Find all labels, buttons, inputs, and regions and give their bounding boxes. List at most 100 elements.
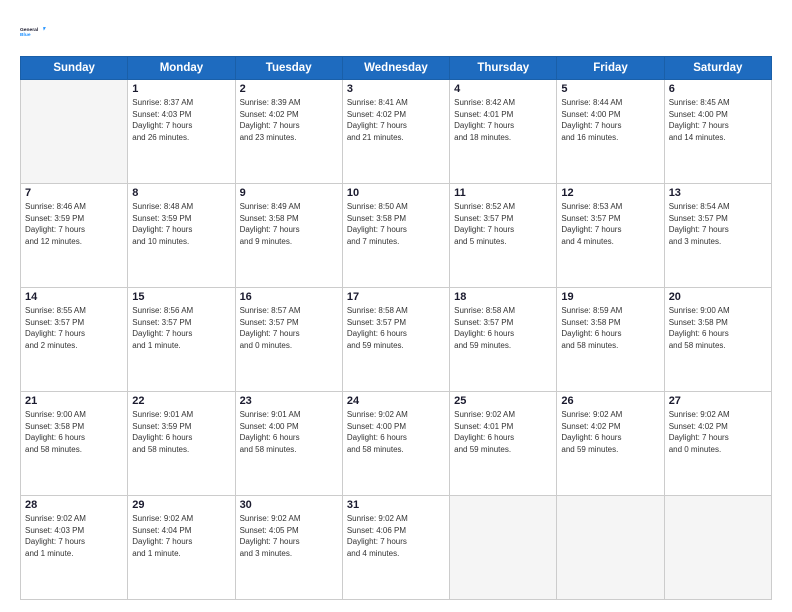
- day-info: Sunrise: 9:02 AMSunset: 4:06 PMDaylight:…: [347, 513, 445, 559]
- day-number: 29: [132, 499, 230, 511]
- day-number: 1: [132, 83, 230, 95]
- day-number: 21: [25, 395, 123, 407]
- calendar-table: SundayMondayTuesdayWednesdayThursdayFrid…: [20, 56, 772, 600]
- day-info: Sunrise: 8:41 AMSunset: 4:02 PMDaylight:…: [347, 97, 445, 143]
- calendar-week-row: 21 Sunrise: 9:00 AMSunset: 3:58 PMDayligh…: [21, 392, 772, 496]
- weekday-header-cell: Tuesday: [235, 57, 342, 80]
- weekday-header-cell: Thursday: [450, 57, 557, 80]
- day-info: Sunrise: 9:02 AMSunset: 4:03 PMDaylight:…: [25, 513, 123, 559]
- svg-text:Blue: Blue: [20, 32, 31, 38]
- day-number: 26: [561, 395, 659, 407]
- day-info: Sunrise: 8:52 AMSunset: 3:57 PMDaylight:…: [454, 201, 552, 247]
- calendar-day-cell: 16 Sunrise: 8:57 AMSunset: 3:57 PMDayligh…: [235, 288, 342, 392]
- day-number: 22: [132, 395, 230, 407]
- calendar-day-cell: 31 Sunrise: 9:02 AMSunset: 4:06 PMDayligh…: [342, 496, 449, 600]
- calendar-day-cell: 12 Sunrise: 8:53 AMSunset: 3:57 PMDayligh…: [557, 184, 664, 288]
- calendar-week-row: 14 Sunrise: 8:55 AMSunset: 3:57 PMDayligh…: [21, 288, 772, 392]
- logo-icon: General Blue: [20, 18, 48, 46]
- day-info: Sunrise: 8:39 AMSunset: 4:02 PMDaylight:…: [240, 97, 338, 143]
- calendar-day-cell: 29Sunrise: 9:02 AMSunset: 4:04 PMDayligh…: [128, 496, 235, 600]
- calendar-day-cell: 6 Sunrise: 8:45 AMSunset: 4:00 PMDaylight…: [664, 80, 771, 184]
- calendar-day-cell: 30 Sunrise: 9:02 AMSunset: 4:05 PMDayligh…: [235, 496, 342, 600]
- calendar-day-cell: 2Sunrise: 8:39 AMSunset: 4:02 PMDaylight…: [235, 80, 342, 184]
- day-info: Sunrise: 8:53 AMSunset: 3:57 PMDaylight:…: [561, 201, 659, 247]
- calendar-day-cell: 5Sunrise: 8:44 AMSunset: 4:00 PMDaylight…: [557, 80, 664, 184]
- calendar-day-cell: [664, 496, 771, 600]
- day-info: Sunrise: 9:02 AMSunset: 4:01 PMDaylight:…: [454, 409, 552, 455]
- day-number: 19: [561, 291, 659, 303]
- calendar-week-row: 1 Sunrise: 8:37 AMSunset: 4:03 PMDaylight…: [21, 80, 772, 184]
- calendar-day-cell: 10 Sunrise: 8:50 AMSunset: 3:58 PMDayligh…: [342, 184, 449, 288]
- calendar-day-cell: 1 Sunrise: 8:37 AMSunset: 4:03 PMDaylight…: [128, 80, 235, 184]
- day-info: Sunrise: 8:49 AMSunset: 3:58 PMDaylight:…: [240, 201, 338, 247]
- calendar-day-cell: 4 Sunrise: 8:42 AMSunset: 4:01 PMDaylight…: [450, 80, 557, 184]
- day-info: Sunrise: 8:58 AMSunset: 3:57 PMDaylight:…: [347, 305, 445, 351]
- day-info: Sunrise: 9:02 AMSunset: 4:02 PMDaylight:…: [561, 409, 659, 455]
- day-number: 10: [347, 187, 445, 199]
- day-number: 28: [25, 499, 123, 511]
- weekday-header-cell: Wednesday: [342, 57, 449, 80]
- calendar-day-cell: 11 Sunrise: 8:52 AMSunset: 3:57 PMDayligh…: [450, 184, 557, 288]
- day-number: 30: [240, 499, 338, 511]
- calendar-day-cell: 3Sunrise: 8:41 AMSunset: 4:02 PMDaylight…: [342, 80, 449, 184]
- calendar-day-cell: 21 Sunrise: 9:00 AMSunset: 3:58 PMDayligh…: [21, 392, 128, 496]
- day-info: Sunrise: 9:00 AMSunset: 3:58 PMDaylight:…: [25, 409, 123, 455]
- day-number: 8: [132, 187, 230, 199]
- day-info: Sunrise: 9:01 AMSunset: 4:00 PMDaylight:…: [240, 409, 338, 455]
- weekday-header-cell: Sunday: [21, 57, 128, 80]
- calendar-day-cell: 22 Sunrise: 9:01 AMSunset: 3:59 PMDayligh…: [128, 392, 235, 496]
- day-info: Sunrise: 8:42 AMSunset: 4:01 PMDaylight:…: [454, 97, 552, 143]
- day-number: 27: [669, 395, 767, 407]
- day-number: 5: [561, 83, 659, 95]
- calendar-day-cell: 27Sunrise: 9:02 AMSunset: 4:02 PMDayligh…: [664, 392, 771, 496]
- day-number: 23: [240, 395, 338, 407]
- calendar-day-cell: 24Sunrise: 9:02 AMSunset: 4:00 PMDayligh…: [342, 392, 449, 496]
- day-info: Sunrise: 8:58 AMSunset: 3:57 PMDaylight:…: [454, 305, 552, 351]
- day-info: Sunrise: 8:54 AMSunset: 3:57 PMDaylight:…: [669, 201, 767, 247]
- calendar-day-cell: 13 Sunrise: 8:54 AMSunset: 3:57 PMDayligh…: [664, 184, 771, 288]
- calendar-day-cell: [557, 496, 664, 600]
- day-info: Sunrise: 8:50 AMSunset: 3:58 PMDaylight:…: [347, 201, 445, 247]
- calendar-day-cell: 8 Sunrise: 8:48 AMSunset: 3:59 PMDaylight…: [128, 184, 235, 288]
- calendar-day-cell: [450, 496, 557, 600]
- day-info: Sunrise: 8:48 AMSunset: 3:59 PMDaylight:…: [132, 201, 230, 247]
- calendar-day-cell: 9 Sunrise: 8:49 AMSunset: 3:58 PMDaylight…: [235, 184, 342, 288]
- day-info: Sunrise: 8:45 AMSunset: 4:00 PMDaylight:…: [669, 97, 767, 143]
- page: General Blue SundayMondayTuesdayWednesda…: [0, 0, 792, 612]
- calendar-day-cell: 15Sunrise: 8:56 AMSunset: 3:57 PMDayligh…: [128, 288, 235, 392]
- calendar-week-row: 28 Sunrise: 9:02 AMSunset: 4:03 PMDayligh…: [21, 496, 772, 600]
- day-info: Sunrise: 9:02 AMSunset: 4:00 PMDaylight:…: [347, 409, 445, 455]
- day-number: 11: [454, 187, 552, 199]
- day-number: 16: [240, 291, 338, 303]
- day-info: Sunrise: 9:01 AMSunset: 3:59 PMDaylight:…: [132, 409, 230, 455]
- day-info: Sunrise: 9:02 AMSunset: 4:05 PMDaylight:…: [240, 513, 338, 559]
- weekday-header-cell: Friday: [557, 57, 664, 80]
- day-number: 12: [561, 187, 659, 199]
- calendar-day-cell: 28 Sunrise: 9:02 AMSunset: 4:03 PMDayligh…: [21, 496, 128, 600]
- day-info: Sunrise: 8:57 AMSunset: 3:57 PMDaylight:…: [240, 305, 338, 351]
- day-number: 7: [25, 187, 123, 199]
- calendar-day-cell: 14 Sunrise: 8:55 AMSunset: 3:57 PMDayligh…: [21, 288, 128, 392]
- day-number: 25: [454, 395, 552, 407]
- day-info: Sunrise: 8:55 AMSunset: 3:57 PMDaylight:…: [25, 305, 123, 351]
- calendar-day-cell: 26 Sunrise: 9:02 AMSunset: 4:02 PMDayligh…: [557, 392, 664, 496]
- weekday-header-row: SundayMondayTuesdayWednesdayThursdayFrid…: [21, 57, 772, 80]
- calendar-day-cell: 18 Sunrise: 8:58 AMSunset: 3:57 PMDayligh…: [450, 288, 557, 392]
- calendar-day-cell: [21, 80, 128, 184]
- calendar-day-cell: 7Sunrise: 8:46 AMSunset: 3:59 PMDaylight…: [21, 184, 128, 288]
- header: General Blue: [20, 18, 772, 46]
- calendar-day-cell: 25 Sunrise: 9:02 AMSunset: 4:01 PMDayligh…: [450, 392, 557, 496]
- day-number: 13: [669, 187, 767, 199]
- calendar-body: 1 Sunrise: 8:37 AMSunset: 4:03 PMDaylight…: [21, 80, 772, 600]
- day-number: 31: [347, 499, 445, 511]
- weekday-header-cell: Saturday: [664, 57, 771, 80]
- day-info: Sunrise: 8:59 AMSunset: 3:58 PMDaylight:…: [561, 305, 659, 351]
- day-number: 18: [454, 291, 552, 303]
- calendar-week-row: 7Sunrise: 8:46 AMSunset: 3:59 PMDaylight…: [21, 184, 772, 288]
- day-number: 9: [240, 187, 338, 199]
- day-number: 6: [669, 83, 767, 95]
- day-number: 4: [454, 83, 552, 95]
- day-info: Sunrise: 8:37 AMSunset: 4:03 PMDaylight:…: [132, 97, 230, 143]
- day-number: 14: [25, 291, 123, 303]
- logo: General Blue: [20, 18, 48, 46]
